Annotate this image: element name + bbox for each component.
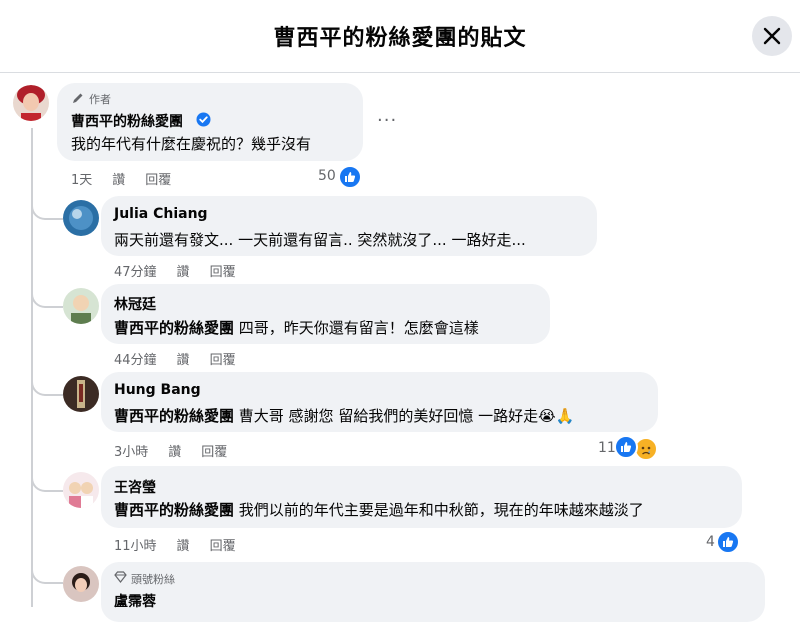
like-link[interactable]: 讚 — [177, 353, 190, 368]
pencil-icon — [73, 93, 83, 103]
comment-time[interactable]: 44分鐘 — [114, 353, 157, 368]
comment-body: 曹大哥 感謝您 留給我們的美好回憶 一路好走😭🙏 — [234, 407, 575, 425]
dialog-header: 曹西平的粉絲愛團的貼文 — [0, 0, 800, 73]
mention-link[interactable]: 曹西平的粉絲愛團 — [114, 319, 234, 337]
like-link[interactable]: 讚 — [112, 173, 125, 188]
close-icon — [763, 27, 781, 45]
avatar[interactable] — [63, 200, 99, 236]
like-reaction-icon[interactable] — [338, 165, 362, 189]
verified-icon — [196, 112, 211, 127]
commenter-avatar-image — [63, 566, 99, 602]
like-link[interactable]: 讚 — [168, 445, 181, 460]
thread-connector — [31, 374, 63, 396]
reaction-count[interactable]: 4 — [706, 534, 715, 550]
comment-time[interactable]: 11小時 — [114, 539, 157, 554]
reply-link[interactable]: 回覆 — [210, 265, 236, 280]
mention-link[interactable]: 曹西平的粉絲愛團 — [114, 501, 234, 519]
reaction-count[interactable]: 50 — [318, 168, 336, 184]
thread-connector — [31, 198, 63, 220]
comment-text: 曹西平的粉絲愛團 我們以前的年代主要是過年和中秋節，現在的年味越來越淡了 — [114, 499, 644, 520]
author-avatar-image — [13, 85, 49, 121]
reply-link[interactable]: 回覆 — [201, 445, 227, 460]
reply-link[interactable]: 回覆 — [145, 173, 171, 188]
comment-body: 四哥，昨天你還有留言！怎麼會這樣 — [234, 319, 479, 337]
diamond-icon — [114, 571, 127, 583]
comment-actions: 3小時 讚 回覆 — [114, 441, 247, 460]
thread-connector — [31, 286, 63, 308]
comment-text: 我的年代有什麼在慶祝的？幾乎沒有 — [71, 135, 312, 153]
thread-connector — [31, 562, 63, 584]
comment-actions: 11小時 讚 回覆 — [114, 535, 256, 554]
author-badge: 作者 — [89, 93, 111, 106]
avatar[interactable] — [63, 472, 99, 508]
comment-actions: 47分鐘 讚 回覆 — [114, 261, 256, 280]
thumbs-up-icon — [345, 172, 356, 182]
thumbs-up-icon — [723, 537, 734, 547]
like-link[interactable]: 讚 — [177, 265, 190, 280]
avatar[interactable] — [63, 566, 99, 602]
mention-link[interactable]: 曹西平的粉絲愛團 — [114, 407, 234, 425]
like-reaction-icon[interactable] — [614, 435, 638, 459]
avatar[interactable] — [63, 376, 99, 412]
dialog-title: 曹西平的粉絲愛團的貼文 — [273, 26, 527, 51]
avatar[interactable] — [63, 288, 99, 324]
comment-text: 兩天前還有發文... 一天前還有留言.. 突然就沒了... 一路好走... — [114, 231, 526, 249]
thumbs-up-icon — [621, 442, 632, 452]
reply-link[interactable]: 回覆 — [210, 539, 236, 554]
commenter-avatar-image — [63, 288, 99, 324]
commenter-name[interactable]: 盧霈蓉 — [114, 591, 156, 611]
commenter-avatar-image — [63, 200, 99, 236]
commenter-name[interactable]: Julia Chiang — [114, 206, 208, 222]
like-link[interactable]: 讚 — [177, 539, 190, 554]
thread-connector — [31, 470, 63, 492]
reply-link[interactable]: 回覆 — [210, 353, 236, 368]
more-options-button[interactable]: ··· — [377, 110, 397, 131]
commenter-avatar-image — [63, 472, 99, 508]
comment-actions: 44分鐘 讚 回覆 — [114, 349, 256, 368]
commenter-name[interactable]: 曹西平的粉絲愛團 — [71, 111, 183, 131]
top-fan-badge: 頭號粉絲 — [131, 573, 175, 586]
like-reaction-icon[interactable] — [716, 530, 740, 554]
reply-bubble — [101, 562, 765, 622]
comment-body: 我們以前的年代主要是過年和中秋節，現在的年味越來越淡了 — [234, 501, 644, 519]
close-button[interactable] — [752, 16, 792, 56]
commenter-avatar-image — [63, 376, 99, 412]
sad-face-icon — [641, 446, 651, 455]
comment-text: 曹西平的粉絲愛團 曹大哥 感謝您 留給我們的美好回憶 一路好走😭🙏 — [114, 405, 574, 426]
commenter-name[interactable]: Hung Bang — [114, 382, 201, 398]
commenter-name[interactable]: 林冠廷 — [114, 294, 156, 314]
commenter-name[interactable]: 王咨瑩 — [114, 477, 156, 497]
comment-text: 曹西平的粉絲愛團 四哥，昨天你還有留言！怎麼會這樣 — [114, 317, 479, 338]
comment-actions: 1天 讚 回覆 — [71, 169, 191, 188]
avatar[interactable] — [13, 85, 49, 121]
comment-time[interactable]: 47分鐘 — [114, 265, 157, 280]
comment-time[interactable]: 3小時 — [114, 445, 148, 460]
comment-time[interactable]: 1天 — [71, 173, 92, 188]
